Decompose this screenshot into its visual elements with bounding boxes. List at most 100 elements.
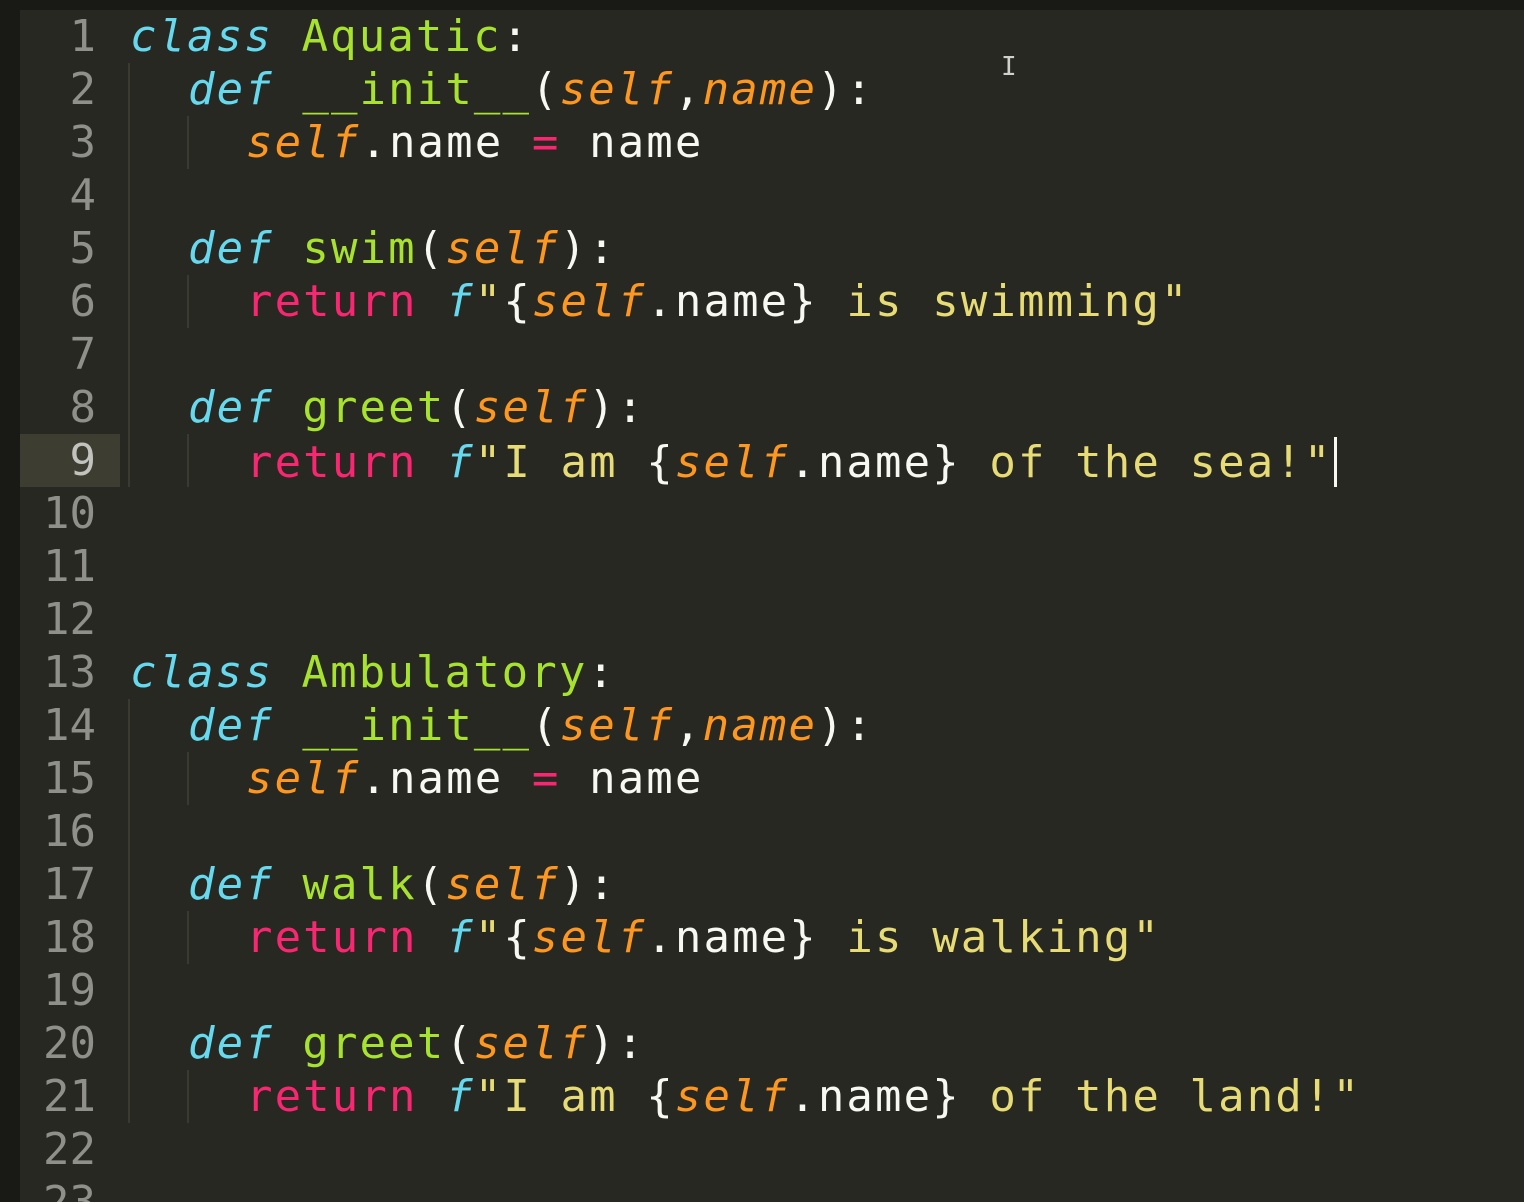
keyword-def: def — [188, 223, 274, 274]
code-line-13[interactable]: 13 class Ambulatory: — [20, 646, 1524, 699]
indent-guide — [128, 858, 130, 911]
paren-close-colon: ): — [817, 64, 875, 115]
code-line-4[interactable]: 4 — [20, 169, 1524, 222]
line-number: 11 — [43, 541, 96, 592]
gutter-cell[interactable]: 17 — [20, 858, 120, 911]
gutter-cell[interactable]: 23 — [20, 1176, 120, 1202]
code-text[interactable]: def greet(self): — [188, 1020, 645, 1068]
brace-close: } — [932, 1071, 961, 1122]
code-text[interactable]: return f"I am {self.name} of the land!" — [246, 1073, 1361, 1121]
code-line-2[interactable]: 2 def __init__(self,name): — [20, 63, 1524, 116]
gutter-cell[interactable]: 10 — [20, 487, 120, 540]
line-number: 3 — [69, 117, 97, 168]
line-number: 10 — [43, 488, 96, 539]
code-text[interactable]: def __init__(self,name): — [188, 66, 874, 114]
code-line-12[interactable]: 12 — [20, 593, 1524, 646]
indent-guide — [128, 1070, 130, 1123]
text-cursor — [1334, 437, 1338, 487]
line-number: 21 — [43, 1071, 96, 1122]
code-line-20[interactable]: 20 def greet(self): — [20, 1017, 1524, 1070]
gutter-cell[interactable]: 13 — [20, 646, 120, 699]
brace-close: } — [789, 276, 818, 327]
gutter-cell[interactable]: 6 — [20, 275, 120, 328]
code-text[interactable]: class Aquatic: — [130, 13, 530, 61]
line-number: 19 — [43, 965, 96, 1016]
param-self: self — [445, 223, 560, 274]
gutter-cell-active[interactable]: 9 — [20, 434, 120, 487]
gutter-cell[interactable]: 21 — [20, 1070, 120, 1123]
code-line-7[interactable]: 7 — [20, 328, 1524, 381]
code-line-10[interactable]: 10 — [20, 487, 1524, 540]
code-text[interactable]: self.name = name — [246, 755, 703, 803]
string-text: "I am — [474, 437, 647, 488]
fstring-prefix: f — [446, 276, 475, 327]
gutter-cell[interactable]: 18 — [20, 911, 120, 964]
code-line-3[interactable]: 3 self.name = name — [20, 116, 1524, 169]
mouse-ibeam-cursor-icon: I — [1001, 52, 1017, 82]
code-line-11[interactable]: 11 — [20, 540, 1524, 593]
code-text[interactable]: def swim(self): — [188, 225, 617, 273]
gutter-cell[interactable]: 4 — [20, 169, 120, 222]
code-line-1[interactable]: 1 class Aquatic: — [20, 10, 1524, 63]
paren-open: ( — [531, 64, 560, 115]
gutter-cell[interactable]: 15 — [20, 752, 120, 805]
keyword-return: return — [246, 437, 418, 488]
paren-close-colon: ): — [588, 382, 646, 433]
code-line-14[interactable]: 14 def __init__(self,name): — [20, 699, 1524, 752]
gutter-cell[interactable]: 8 — [20, 381, 120, 434]
code-line-5[interactable]: 5 def swim(self): — [20, 222, 1524, 275]
code-line-17[interactable]: 17 def walk(self): — [20, 858, 1524, 911]
code-editor[interactable]: 1 class Aquatic: 2 def __init__(self,nam… — [20, 10, 1524, 1202]
gutter-cell[interactable]: 19 — [20, 964, 120, 1017]
code-line-19[interactable]: 19 — [20, 964, 1524, 1017]
gutter-cell[interactable]: 3 — [20, 116, 120, 169]
code-line-6[interactable]: 6 return f"{self.name} is swimming" — [20, 275, 1524, 328]
attribute: .name — [789, 437, 933, 488]
colon: : — [587, 647, 617, 698]
code-line-21[interactable]: 21 return f"I am {self.name} of the land… — [20, 1070, 1524, 1123]
gutter-cell[interactable]: 2 — [20, 63, 120, 116]
indent-guide — [128, 699, 130, 752]
indent-guide — [128, 116, 130, 169]
code-line-23[interactable]: 23 — [20, 1176, 1524, 1202]
gutter-cell[interactable]: 22 — [20, 1123, 120, 1176]
gutter-cell[interactable]: 20 — [20, 1017, 120, 1070]
string-text: of the land!" — [960, 1071, 1362, 1122]
paren-open: ( — [531, 700, 560, 751]
gutter-cell[interactable]: 5 — [20, 222, 120, 275]
code-line-8[interactable]: 8 def greet(self): — [20, 381, 1524, 434]
gutter-cell[interactable]: 12 — [20, 593, 120, 646]
code-line-18[interactable]: 18 return f"{self.name} is walking" — [20, 911, 1524, 964]
code-text[interactable]: def greet(self): — [188, 384, 645, 432]
code-line-22[interactable]: 22 — [20, 1123, 1524, 1176]
gutter-cell[interactable]: 14 — [20, 699, 120, 752]
brace-open: { — [503, 276, 532, 327]
gutter-cell[interactable]: 11 — [20, 540, 120, 593]
code-text[interactable]: return f"{self.name} is swimming" — [246, 278, 1190, 326]
indent-guide — [128, 222, 130, 275]
indent-guide — [128, 169, 130, 222]
code-line-9-active[interactable]: 9 return f"I am {self.name} of the sea!" — [20, 434, 1524, 487]
self-variable: self — [674, 437, 790, 488]
brace-open: { — [646, 437, 675, 488]
keyword-return: return — [246, 1071, 418, 1122]
gutter-cell[interactable]: 1 — [20, 10, 120, 63]
code-text[interactable]: return f"{self.name} is walking" — [246, 914, 1161, 962]
code-text[interactable]: return f"I am {self.name} of the sea!" — [246, 437, 1338, 488]
string-text: is walking" — [817, 912, 1161, 963]
code-text[interactable]: self.name = name — [246, 119, 703, 167]
code-text[interactable]: def walk(self): — [188, 861, 617, 909]
code-line-16[interactable]: 16 — [20, 805, 1524, 858]
code-line-15[interactable]: 15 self.name = name — [20, 752, 1524, 805]
self-variable: self — [246, 117, 361, 168]
keyword-def: def — [188, 382, 274, 433]
line-number: 16 — [43, 806, 96, 857]
code-text[interactable]: class Ambulatory: — [130, 649, 616, 697]
indent-guide — [128, 381, 130, 434]
class-name: Aquatic — [301, 11, 502, 62]
gutter-cell[interactable]: 16 — [20, 805, 120, 858]
paren-close-colon: ): — [588, 1018, 646, 1069]
indent-guide — [187, 116, 189, 169]
gutter-cell[interactable]: 7 — [20, 328, 120, 381]
code-text[interactable]: def __init__(self,name): — [188, 702, 874, 750]
